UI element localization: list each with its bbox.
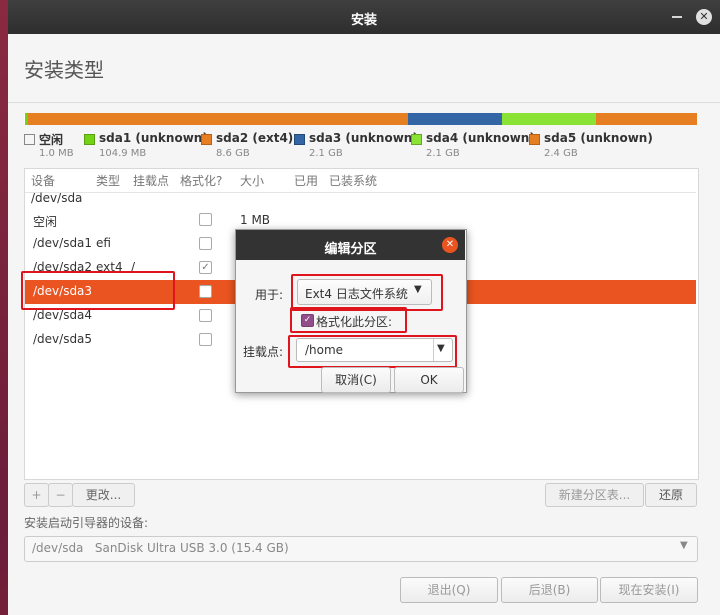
minimize-icon[interactable] <box>672 16 682 18</box>
row-device: 空闲 <box>33 215 58 229</box>
window-titlebar: 安装 ✕ <box>8 0 720 34</box>
legend-swatch-free <box>24 134 35 145</box>
legend-name: sda5 (unknown) <box>544 131 653 145</box>
back-button[interactable]: 后退(B) <box>501 577 598 603</box>
row-device: /dev/sda1 <box>33 236 93 250</box>
revert-button[interactable]: 还原 <box>645 483 697 507</box>
quit-button[interactable]: 退出(Q) <box>400 577 498 603</box>
column-header-size[interactable]: 大小 <box>240 172 264 189</box>
format-checkbox-checked[interactable]: ✓ <box>199 261 212 274</box>
highlight-box-mount-point <box>288 335 457 368</box>
partition-bar-segment <box>502 113 596 125</box>
legend-swatch-sda1 <box>84 134 95 145</box>
dialog-titlebar: 编辑分区 ✕ <box>236 230 465 260</box>
window-title: 安装 <box>350 13 377 28</box>
legend-name: sda4 (unknown) <box>426 131 535 145</box>
legend-size: 2.4 GB <box>544 148 578 159</box>
bootloader-select[interactable]: /dev/sda SanDisk Ultra USB 3.0 (15.4 GB)… <box>24 536 698 562</box>
install-now-button[interactable]: 现在安装(I) <box>600 577 698 603</box>
column-header-mount[interactable]: 挂载点 <box>133 172 169 189</box>
legend-swatch-sda5 <box>529 134 540 145</box>
row-type: efi <box>96 236 111 250</box>
legend-name: sda3 (unknown) <box>309 131 418 145</box>
bootloader-label: 安装启动引导器的设备: <box>24 516 149 530</box>
row-size: 1 MB <box>240 213 271 227</box>
new-partition-table-button[interactable]: 新建分区表... <box>545 483 644 507</box>
partition-bar-segment <box>28 113 408 125</box>
column-header-used[interactable]: 已用 <box>294 172 318 189</box>
close-icon[interactable]: ✕ <box>696 9 712 25</box>
ok-button[interactable]: OK <box>394 367 464 393</box>
close-icon[interactable]: ✕ <box>442 237 458 253</box>
remove-partition-button[interactable]: − <box>48 483 73 507</box>
format-checkbox[interactable] <box>199 237 212 250</box>
column-header-format[interactable]: 格式化? <box>180 172 222 189</box>
cancel-button[interactable]: 取消(C) <box>321 367 391 393</box>
legend-size: 2.1 GB <box>426 148 460 159</box>
legend-size: 8.6 GB <box>216 148 250 159</box>
mount-point-label: 挂载点: <box>243 345 284 359</box>
bootloader-value: /dev/sda SanDisk Ultra USB 3.0 (15.4 GB) <box>32 541 289 555</box>
legend-size: 1.0 MB <box>39 148 74 159</box>
highlight-box-format <box>290 307 407 333</box>
dialog-title: 编辑分区 <box>324 242 377 257</box>
partition-bar <box>24 113 697 125</box>
format-checkbox[interactable] <box>199 333 212 346</box>
highlight-box-use-as <box>291 274 443 311</box>
row-device: /dev/sda5 <box>33 332 93 346</box>
column-header-type[interactable]: 类型 <box>96 172 120 189</box>
chevron-down-icon: ▼ <box>680 540 688 551</box>
row-device: /dev/sda4 <box>33 308 93 322</box>
change-partition-button[interactable]: 更改... <box>72 483 135 507</box>
disk-label[interactable]: /dev/sda <box>31 191 82 205</box>
use-as-label: 用于: <box>255 288 284 302</box>
header-divider <box>25 192 696 193</box>
legend-name: sda1 (unknown) <box>99 131 208 145</box>
format-checkbox[interactable] <box>199 285 212 298</box>
legend-swatch-sda4 <box>411 134 422 145</box>
legend-name: 空闲 <box>39 133 64 147</box>
header-divider <box>8 102 720 103</box>
add-partition-button[interactable]: + <box>24 483 49 507</box>
legend-name: sda2 (ext4) <box>216 131 294 145</box>
partition-bar-segment <box>596 113 697 125</box>
legend-size: 2.1 GB <box>309 148 343 159</box>
page-title: 安装类型 <box>24 58 104 82</box>
format-checkbox[interactable] <box>199 309 212 322</box>
legend-swatch-sda3 <box>294 134 305 145</box>
legend-size: 104.9 MB <box>99 148 147 159</box>
column-header-installed-os[interactable]: 已装系统 <box>329 172 377 189</box>
legend-swatch-sda2 <box>201 134 212 145</box>
partition-bar-segment <box>408 113 502 125</box>
format-checkbox[interactable] <box>199 213 212 226</box>
column-header-device[interactable]: 设备 <box>31 172 55 189</box>
